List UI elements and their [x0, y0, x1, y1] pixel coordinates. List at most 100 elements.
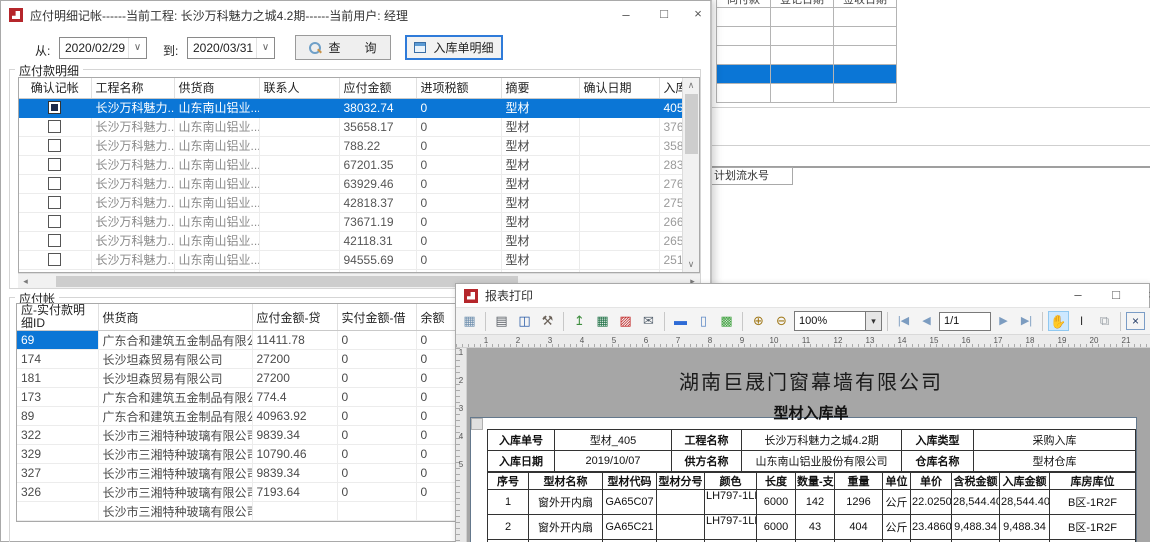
inbound-cell[interactable]: 266 [659, 212, 684, 231]
confirm-date-cell[interactable] [579, 174, 659, 193]
detail-id-cell[interactable]: 69 [17, 331, 98, 350]
tax-cell[interactable]: 0 [416, 117, 501, 136]
credit-cell[interactable] [252, 502, 337, 521]
chevron-down-icon[interactable]: ∨ [256, 38, 274, 58]
confirm-date-cell[interactable] [579, 155, 659, 174]
scroll-up-icon[interactable]: ∧ [683, 78, 699, 93]
supplier-cell[interactable]: 长沙市三湘特种玻璃有限公司 [98, 426, 252, 445]
confirm-date-cell[interactable] [579, 250, 659, 269]
inbound-cell[interactable]: 283 [659, 155, 684, 174]
supplier-cell[interactable]: 广东合和建筑五金制品有限公司 [98, 407, 252, 426]
debit-cell[interactable]: 0 [337, 426, 416, 445]
table-row[interactable]: 长沙万科魅力... 山东南山铝业... 73671.19 0 型材 266 [19, 212, 684, 231]
hand-tool-icon[interactable]: ✋ [1048, 311, 1069, 331]
column-header[interactable]: 供货商 [98, 304, 252, 331]
debit-cell[interactable]: 0 [337, 407, 416, 426]
confirm-date-cell[interactable] [579, 212, 659, 231]
minimize-button[interactable]: – [1061, 284, 1095, 307]
supplier-cell[interactable]: 长沙坦森贸易有限公司 [98, 350, 252, 369]
credit-cell[interactable]: 9839.34 [252, 464, 337, 483]
column-header[interactable]: 摘要 [501, 78, 579, 98]
confirm-date-cell[interactable] [579, 117, 659, 136]
project-cell[interactable]: 长沙万科魅力... [91, 250, 174, 269]
window1-titlebar[interactable]: 应付明细记帐------当前工程: 长沙万科魅力之城4.2期------当前用户… [1, 1, 710, 29]
maximize-button[interactable]: □ [647, 1, 681, 29]
chevron-down-icon[interactable]: ▾ [865, 312, 881, 330]
table-row[interactable]: 长沙万科魅力... 山东南山铝业... 42118.31 0 型材 265 [19, 231, 684, 250]
contact-cell[interactable] [259, 174, 339, 193]
debit-cell[interactable]: 0 [337, 445, 416, 464]
export-icon[interactable]: ↥ [569, 311, 590, 331]
detail-id-cell[interactable]: 329 [17, 445, 98, 464]
confirm-checkbox[interactable] [48, 139, 61, 152]
column-header[interactable]: 联系人 [259, 78, 339, 98]
confirm-checkbox[interactable] [48, 196, 61, 209]
detail-id-cell[interactable]: 327 [17, 464, 98, 483]
last-page-icon[interactable]: ▶| [1016, 311, 1037, 331]
column-header[interactable]: 实付金额-借 [337, 304, 416, 331]
inbound-detail-button[interactable]: 入库单明细 [405, 35, 503, 60]
supplier-cell[interactable]: 山东南山铝业... [174, 231, 259, 250]
page-number-input[interactable]: 1/1 [939, 312, 991, 331]
supplier-cell[interactable]: 山东南山铝业... [174, 250, 259, 269]
detail-id-cell[interactable]: 174 [17, 350, 98, 369]
vertical-scrollbar[interactable]: ∧ ∨ [682, 78, 699, 272]
column-header[interactable]: 应付金额-贷 [252, 304, 337, 331]
inbound-cell[interactable]: 276 [659, 174, 684, 193]
balance-cell[interactable]: 0 [416, 388, 457, 407]
detail-id-cell[interactable]: 181 [17, 369, 98, 388]
single-page-view-icon[interactable]: ▯ [693, 311, 714, 331]
table-row[interactable] [717, 27, 897, 46]
table-row[interactable]: 329 长沙市三湘特种玻璃有限公司 10790.46 0 0 [17, 445, 457, 464]
column-header[interactable]: 进项税额 [416, 78, 501, 98]
balance-cell[interactable]: 0 [416, 464, 457, 483]
table-row[interactable]: 69 广东合和建筑五金制品有限公司 11411.78 0 0 [17, 331, 457, 350]
supplier-cell[interactable]: 山东南山铝业... [174, 98, 259, 117]
to-date-combobox[interactable]: 2020/03/31 ∨ [187, 37, 275, 59]
project-cell[interactable]: 长沙万科魅力... [91, 117, 174, 136]
copy-icon[interactable]: ⧉ [1094, 311, 1115, 331]
project-cell[interactable]: 长沙万科魅力... [91, 98, 174, 117]
table-row[interactable] [717, 46, 897, 65]
column-header[interactable]: 确认记帐 [19, 78, 91, 98]
confirm-date-cell[interactable] [579, 98, 659, 117]
detail-id-cell[interactable]: 326 [17, 483, 98, 502]
tax-cell[interactable]: 0 [416, 231, 501, 250]
summary-cell[interactable]: 型材 [501, 117, 579, 136]
table-row[interactable]: 326 长沙市三湘特种玻璃有限公司 7193.64 0 0 [17, 483, 457, 502]
grid1-header-row[interactable]: 确认记帐 工程名称 供货商 联系人 应付金额 进项税额 摘要 确认日期 入库 [19, 78, 684, 98]
maximize-button[interactable]: □ [1099, 284, 1133, 307]
contact-cell[interactable] [259, 98, 339, 117]
minimize-button[interactable]: – [609, 1, 643, 29]
balance-cell[interactable]: 0 [416, 483, 457, 502]
column-header[interactable]: 应-实付款明细ID [17, 304, 98, 331]
confirm-date-cell[interactable] [579, 136, 659, 155]
debit-cell[interactable]: 0 [337, 388, 416, 407]
supplier-cell[interactable]: 山东南山铝业... [174, 117, 259, 136]
supplier-cell[interactable]: 长沙坦森贸易有限公司 [98, 369, 252, 388]
debit-cell[interactable]: 0 [337, 350, 416, 369]
table-row[interactable]: 长沙万科魅力... 山东南山铝业... 63929.46 0 型材 276 [19, 174, 684, 193]
table-row[interactable] [717, 8, 897, 27]
excel-export-icon[interactable]: ▦ [592, 311, 613, 331]
balance-cell[interactable]: 0 [416, 407, 457, 426]
debit-cell[interactable]: 0 [337, 369, 416, 388]
summary-cell[interactable]: 型材 [501, 231, 579, 250]
inbound-cell[interactable]: 275 [659, 193, 684, 212]
amount-cell[interactable]: 42118.31 [339, 231, 416, 250]
column-header[interactable]: 余额 [416, 304, 457, 331]
detail-id-cell[interactable]: 322 [17, 426, 98, 445]
confirm-checkbox[interactable] [48, 158, 61, 171]
contact-cell[interactable] [259, 193, 339, 212]
supplier-cell[interactable]: 山东南山铝业... [174, 212, 259, 231]
project-cell[interactable]: 长沙万科魅力... [91, 212, 174, 231]
summary-cell[interactable]: 型材 [501, 212, 579, 231]
credit-cell[interactable]: 27200 [252, 350, 337, 369]
confirm-date-cell[interactable] [579, 193, 659, 212]
table-row[interactable]: 长沙万科魅力... 山东南山铝业... 35658.17 0 型材 376 [19, 117, 684, 136]
save-icon[interactable]: ▬ [670, 311, 691, 331]
balance-cell[interactable]: 0 [416, 350, 457, 369]
debit-cell[interactable]: 0 [337, 331, 416, 350]
amount-cell[interactable]: 67201.35 [339, 155, 416, 174]
column-header[interactable]: 供货商 [174, 78, 259, 98]
